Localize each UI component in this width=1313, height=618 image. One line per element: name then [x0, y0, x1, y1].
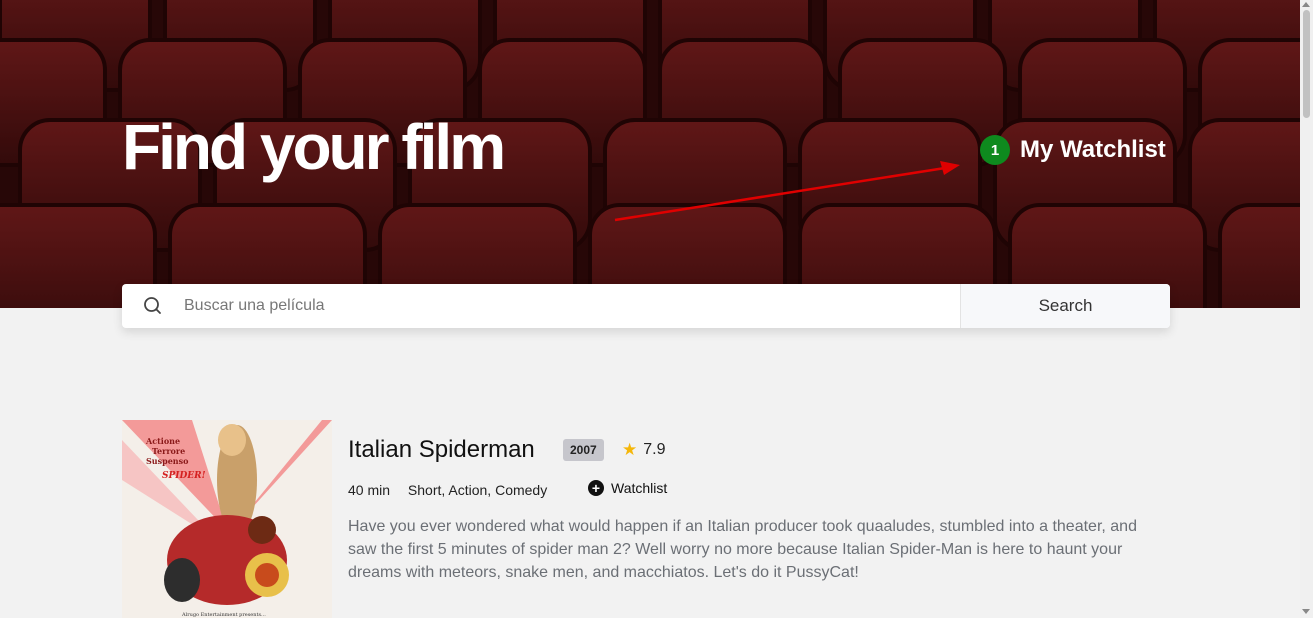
- annotation-arrow: [614, 161, 960, 222]
- poster-line-3: Suspenso: [146, 456, 189, 466]
- year-badge: 2007: [563, 439, 604, 461]
- movie-meta: 40 min Short, Action, Comedy: [348, 482, 561, 498]
- add-to-watchlist-button[interactable]: + Watchlist: [588, 480, 667, 496]
- search-input[interactable]: [184, 284, 960, 328]
- hero-banner: Find your film 1 My Watchlist: [0, 0, 1300, 308]
- poster-line-1: Actione: [145, 436, 180, 446]
- movie-title[interactable]: Italian Spiderman: [348, 435, 535, 465]
- poster-line-4: SPIDER!: [162, 471, 206, 481]
- search-button[interactable]: Search: [960, 284, 1170, 328]
- genres: Short, Action, Comedy: [407, 482, 548, 498]
- movie-poster[interactable]: Actione Terrore Suspenso SPIDER! Alrugo …: [122, 420, 332, 618]
- poster-credit: Alrugo Entertainment presents...: [181, 612, 266, 618]
- duration: 40 min: [348, 482, 391, 498]
- scroll-up-arrow-icon[interactable]: [1302, 2, 1310, 7]
- rating: ★ 7.9: [622, 440, 666, 460]
- rating-value: 7.9: [643, 441, 666, 458]
- search-bar: Search: [122, 284, 1170, 328]
- watchlist-button-label: Watchlist: [611, 480, 668, 496]
- page-scrollbar[interactable]: [1300, 0, 1313, 618]
- poster-line-2: Terrore: [152, 446, 185, 456]
- search-icon: [122, 284, 184, 328]
- movie-overview: Have you ever wondered what would happen…: [348, 518, 1137, 581]
- plus-circle-icon: +: [588, 480, 604, 496]
- star-icon: ★: [622, 440, 638, 459]
- scroll-down-arrow-icon[interactable]: [1302, 609, 1310, 614]
- scroll-thumb[interactable]: [1303, 10, 1310, 118]
